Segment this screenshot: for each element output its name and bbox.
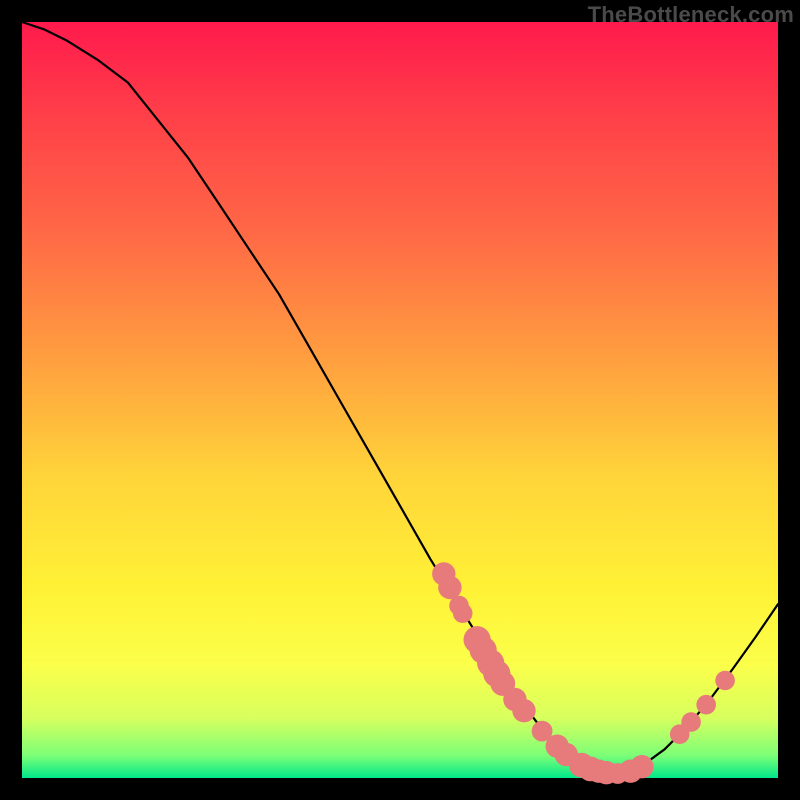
curve-markers	[432, 562, 735, 784]
chart-frame: TheBottleneck.com	[0, 0, 800, 800]
curve-marker	[696, 695, 716, 715]
curve-marker	[453, 603, 473, 623]
curve-marker	[715, 671, 735, 691]
plot-area	[22, 22, 778, 778]
curve-path	[22, 22, 778, 774]
curve-marker	[512, 699, 535, 722]
curve-marker	[681, 712, 701, 732]
curve-marker	[438, 576, 461, 599]
curve-marker	[630, 755, 653, 778]
bottleneck-curve	[22, 22, 778, 778]
